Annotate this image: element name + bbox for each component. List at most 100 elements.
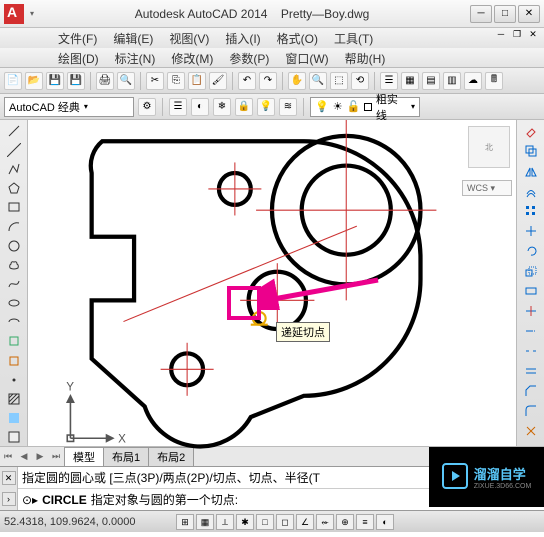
circle-icon[interactable]: [4, 237, 24, 254]
undo-icon[interactable]: ↶: [238, 72, 256, 90]
menu-help[interactable]: 帮助(H): [337, 48, 394, 67]
menu-dimension[interactable]: 标注(N): [107, 48, 164, 67]
paste-icon[interactable]: 📋: [188, 72, 206, 90]
layer-props-icon[interactable]: ☰: [169, 98, 187, 116]
chamfer-icon[interactable]: [521, 382, 541, 400]
osnap-toggle[interactable]: □: [256, 514, 274, 530]
make-block-icon[interactable]: [4, 352, 24, 369]
menu-insert[interactable]: 插入(I): [217, 28, 268, 48]
menu-draw[interactable]: 绘图(D): [50, 48, 107, 67]
toolpalette-icon[interactable]: ▤: [422, 72, 440, 90]
erase-icon[interactable]: [521, 122, 541, 140]
zoom-window-icon[interactable]: ⬚: [330, 72, 348, 90]
hatch-icon[interactable]: [4, 390, 24, 407]
menu-tools[interactable]: 工具(T): [326, 28, 381, 48]
zoom-prev-icon[interactable]: ⟲: [351, 72, 369, 90]
line-icon[interactable]: [4, 122, 24, 139]
open-icon[interactable]: 📂: [25, 72, 43, 90]
save-icon[interactable]: 💾: [46, 72, 64, 90]
pan-icon[interactable]: ✋: [288, 72, 306, 90]
copy-icon[interactable]: ⎘: [167, 72, 185, 90]
layer-freeze-icon[interactable]: ❄: [213, 98, 231, 116]
linetype-combo[interactable]: 💡 ☀ 🔓 粗实线 ▾: [310, 97, 420, 117]
doc-close-button[interactable]: ✕: [526, 29, 540, 43]
snap-toggle[interactable]: ⊞: [176, 514, 194, 530]
drawing-canvas[interactable]: X Y 递延切点 北 WCS ▾: [28, 120, 516, 446]
workspace-settings-icon[interactable]: ⚙: [138, 98, 156, 116]
point-icon[interactable]: [4, 371, 24, 388]
array-icon[interactable]: [521, 202, 541, 220]
fillet-icon[interactable]: [521, 402, 541, 420]
new-icon[interactable]: 📄: [4, 72, 22, 90]
app-logo[interactable]: [4, 4, 24, 24]
menu-file[interactable]: 文件(F): [50, 28, 105, 48]
doc-minimize-button[interactable]: ─: [494, 29, 508, 43]
calc-icon[interactable]: 🖩: [485, 72, 503, 90]
explode-icon[interactable]: [521, 422, 541, 440]
menu-parameters[interactable]: 参数(P): [221, 48, 277, 67]
doc-restore-button[interactable]: ❐: [510, 29, 524, 43]
lineweight-toggle[interactable]: ≡: [356, 514, 374, 530]
cmd-close-icon[interactable]: ✕: [2, 471, 16, 485]
preview-icon[interactable]: 🔍: [117, 72, 135, 90]
ellipse-arc-icon[interactable]: [4, 314, 24, 331]
dyn-toggle[interactable]: ⊕: [336, 514, 354, 530]
break-icon[interactable]: [521, 342, 541, 360]
layer-iso-icon[interactable]: ◐: [191, 98, 209, 116]
ellipse-icon[interactable]: [4, 295, 24, 312]
menu-format[interactable]: 格式(O): [269, 28, 326, 48]
spline-icon[interactable]: [4, 275, 24, 292]
region-icon[interactable]: [4, 429, 24, 446]
otrack-toggle[interactable]: ∠: [296, 514, 314, 530]
saveas-icon[interactable]: 💾: [67, 72, 85, 90]
rectangle-icon[interactable]: [4, 199, 24, 216]
stretch-icon[interactable]: [521, 282, 541, 300]
rotate-icon[interactable]: [521, 242, 541, 260]
grid-toggle[interactable]: ▦: [196, 514, 214, 530]
trim-icon[interactable]: [521, 302, 541, 320]
ortho-toggle[interactable]: ⟂: [216, 514, 234, 530]
3dosnap-toggle[interactable]: ◻: [276, 514, 294, 530]
properties-icon[interactable]: ☰: [380, 72, 398, 90]
matchprop-icon[interactable]: 🖌: [209, 72, 227, 90]
polygon-icon[interactable]: [4, 180, 24, 197]
viewcube[interactable]: 北: [468, 126, 510, 168]
maximize-button[interactable]: □: [494, 5, 516, 23]
polar-toggle[interactable]: ✱: [236, 514, 254, 530]
layer-lock-icon[interactable]: 🔒: [235, 98, 253, 116]
extend-icon[interactable]: [521, 322, 541, 340]
join-icon[interactable]: [521, 362, 541, 380]
redo-icon[interactable]: ↷: [259, 72, 277, 90]
layer-off-icon[interactable]: 💡: [257, 98, 275, 116]
insert-block-icon[interactable]: [4, 333, 24, 350]
ducs-toggle[interactable]: ⬰: [316, 514, 334, 530]
offset-icon[interactable]: [521, 182, 541, 200]
plot-icon[interactable]: 🖨: [96, 72, 114, 90]
xline-icon[interactable]: [4, 141, 24, 158]
revcloud-icon[interactable]: [4, 256, 24, 273]
move-icon[interactable]: [521, 222, 541, 240]
transparency-toggle[interactable]: ◐: [376, 514, 394, 530]
markup-icon[interactable]: ☁: [464, 72, 482, 90]
cmd-options-icon[interactable]: ›: [2, 492, 16, 506]
designcenter-icon[interactable]: ▦: [401, 72, 419, 90]
polyline-icon[interactable]: [4, 160, 24, 177]
close-button[interactable]: ✕: [518, 5, 540, 23]
sheetset-icon[interactable]: ▥: [443, 72, 461, 90]
minimize-button[interactable]: ─: [470, 5, 492, 23]
copy-tool-icon[interactable]: [521, 142, 541, 160]
tab-first-icon[interactable]: ⏮: [0, 451, 16, 462]
gradient-icon[interactable]: [4, 410, 24, 427]
menu-window[interactable]: 窗口(W): [277, 48, 336, 67]
arc-icon[interactable]: [4, 218, 24, 235]
mirror-icon[interactable]: [521, 162, 541, 180]
layer-match-icon[interactable]: ≋: [279, 98, 297, 116]
zoom-icon[interactable]: 🔍: [309, 72, 327, 90]
workspace-combo[interactable]: AutoCAD 经典▾: [4, 97, 134, 117]
cut-icon[interactable]: ✂: [146, 72, 164, 90]
scale-icon[interactable]: [521, 262, 541, 280]
menu-view[interactable]: 视图(V): [161, 28, 217, 48]
wcs-indicator[interactable]: WCS ▾: [462, 180, 512, 196]
menu-modify[interactable]: 修改(M): [163, 48, 221, 67]
menu-edit[interactable]: 编辑(E): [105, 28, 161, 48]
